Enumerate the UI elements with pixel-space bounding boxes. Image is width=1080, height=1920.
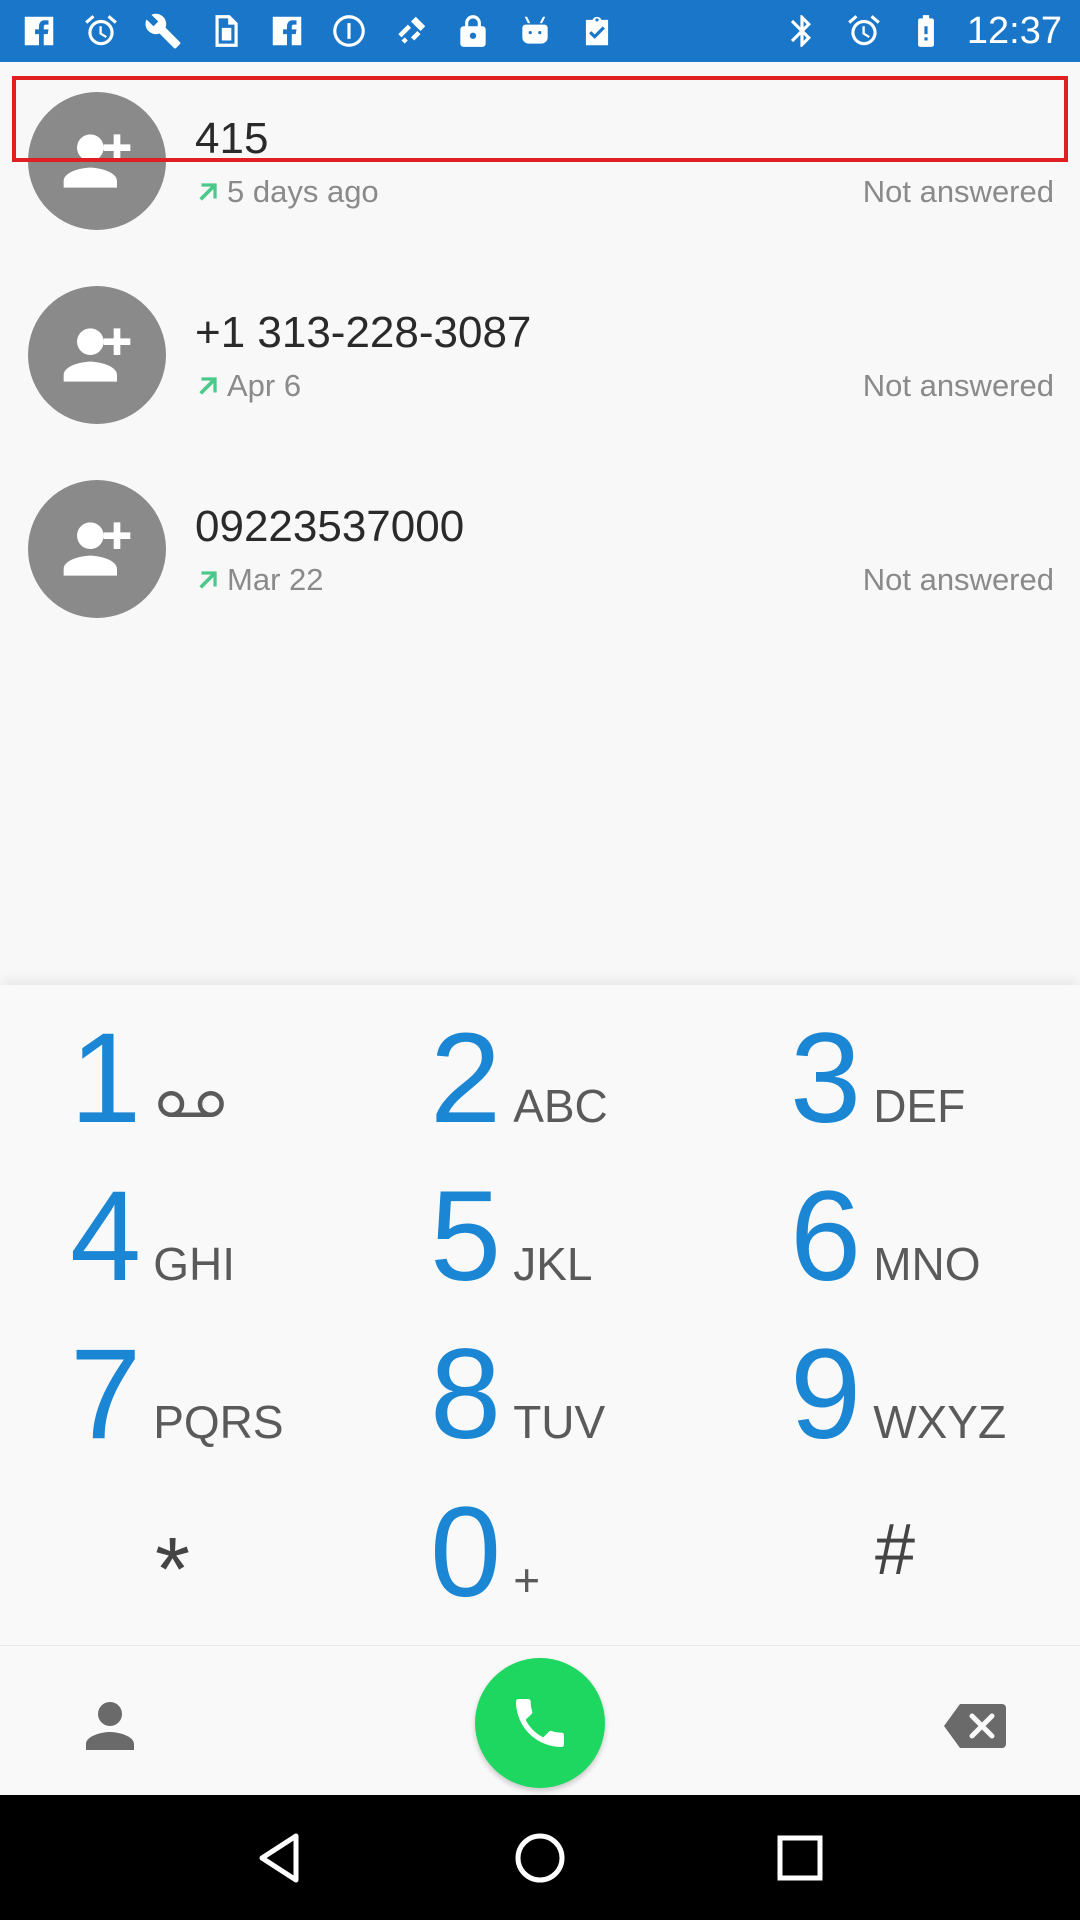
android-icon: [514, 10, 556, 52]
backspace-icon: [944, 1704, 1006, 1748]
dialpad-key-0[interactable]: 0 +: [360, 1489, 720, 1647]
fake-gps-icon: [390, 10, 432, 52]
key-digit: 0: [430, 1481, 502, 1624]
add-person-icon: [63, 134, 131, 188]
call-status: Not answered: [862, 174, 1054, 209]
call-time: Apr 6: [227, 368, 302, 403]
call-status: Not answered: [862, 562, 1054, 597]
key-digit: 3: [790, 1007, 862, 1150]
key-letters: PQRS: [153, 1396, 284, 1448]
dialpad-key-4[interactable]: 4 GHI: [0, 1173, 360, 1331]
key-letters: TUV: [513, 1396, 606, 1448]
call-log-item[interactable]: +1 313-228-3087 Apr 6 Not answered: [0, 256, 1080, 450]
add-contact-avatar[interactable]: [28, 92, 166, 230]
dialpad-key-5[interactable]: 5 JKL: [360, 1173, 720, 1331]
call-number: 415: [195, 114, 269, 163]
back-triangle-icon: [259, 1833, 299, 1882]
add-person-icon: [63, 328, 131, 382]
key-digit: 7: [70, 1323, 142, 1466]
dialpad-key-1[interactable]: 1: [0, 1015, 360, 1173]
outgoing-call-arrow-icon: [199, 377, 217, 395]
call-meta: Mar 22: [195, 562, 323, 598]
key-letters: WXYZ: [873, 1396, 1007, 1448]
key-letters: +: [513, 1554, 541, 1606]
call-button[interactable]: [475, 1658, 605, 1788]
add-contact-avatar[interactable]: [28, 480, 166, 618]
lock-icon: [452, 10, 494, 52]
dialpad-key-star[interactable]: *: [0, 1489, 360, 1647]
key-digit: 2: [430, 1007, 502, 1150]
home-circle-icon: [515, 1833, 565, 1882]
key-digit: #: [875, 1510, 916, 1590]
key-letters: MNO: [873, 1238, 981, 1290]
dialpad-key-8[interactable]: 8 TUV: [360, 1331, 720, 1489]
outgoing-call-arrow-icon: [199, 183, 217, 201]
call-time: Mar 22: [227, 562, 324, 597]
contacts-button[interactable]: [70, 1686, 150, 1766]
notification-icons: [18, 10, 618, 52]
call-number: 09223537000: [195, 502, 465, 551]
system-icons: 12:37: [781, 10, 1062, 53]
bluetooth-icon: [781, 10, 823, 52]
add-contact-avatar[interactable]: [28, 286, 166, 424]
call-number: +1 313-228-3087: [195, 308, 532, 357]
battery-icon: [905, 10, 947, 52]
back-button[interactable]: [245, 1823, 315, 1893]
add-person-icon: [63, 522, 131, 576]
backspace-button[interactable]: [935, 1686, 1015, 1766]
key-digit: 8: [430, 1323, 502, 1466]
call-meta: Apr 6: [195, 368, 301, 404]
navigation-bar: [0, 1795, 1080, 1920]
dialpad-key-2[interactable]: 2 ABC: [360, 1015, 720, 1173]
home-button[interactable]: [505, 1823, 575, 1893]
facebook-icon: [18, 10, 60, 52]
voicemail-icon: [153, 1079, 229, 1133]
key-digit: 6: [790, 1165, 862, 1308]
info-icon: [328, 10, 370, 52]
status-bar: 12:37: [0, 0, 1080, 62]
dialer-action-bar: [0, 1645, 1080, 1795]
outgoing-call-arrow-icon: [199, 571, 217, 589]
facebook-icon: [266, 10, 308, 52]
call-time: 5 days ago: [227, 174, 379, 209]
dialpad: 1 2 ABC 3 DEF 4 GHI 5 JKL 6 MNO 7 PQRS 8…: [0, 985, 1080, 1645]
key-digit: 9: [790, 1323, 862, 1466]
dialpad-key-hash[interactable]: #: [720, 1489, 1080, 1647]
phone-icon: [516, 1699, 564, 1747]
key-letters: DEF: [873, 1080, 966, 1132]
wrench-icon: [142, 10, 184, 52]
dialpad-key-9[interactable]: 9 WXYZ: [720, 1331, 1080, 1489]
call-status: Not answered: [862, 368, 1054, 403]
key-letters: ABC: [513, 1080, 608, 1132]
alarm-icon: [80, 10, 122, 52]
key-digit: 1: [70, 1007, 142, 1150]
call-meta: 5 days ago: [195, 174, 379, 210]
recents-button[interactable]: [765, 1823, 835, 1893]
key-digit: 4: [70, 1165, 142, 1308]
key-digit: 5: [430, 1165, 502, 1308]
sim-icon: [204, 10, 246, 52]
key-letters: JKL: [513, 1238, 593, 1290]
person-icon: [86, 1702, 134, 1750]
dialpad-key-7[interactable]: 7 PQRS: [0, 1331, 360, 1489]
key-digit: *: [155, 1520, 191, 1620]
alarm-icon: [843, 10, 885, 52]
call-log-list: 415 5 days ago Not answered +1 313-228-3…: [0, 62, 1080, 644]
dialpad-key-3[interactable]: 3 DEF: [720, 1015, 1080, 1173]
key-letters: GHI: [153, 1238, 235, 1290]
clipboard-icon: [576, 10, 618, 52]
dialpad-key-6[interactable]: 6 MNO: [720, 1173, 1080, 1331]
status-time: 12:37: [966, 9, 1062, 52]
call-log-item[interactable]: 415 5 days ago Not answered: [0, 62, 1080, 256]
recents-square-icon: [777, 1835, 823, 1880]
call-log-item[interactable]: 09223537000 Mar 22 Not answered: [0, 450, 1080, 644]
